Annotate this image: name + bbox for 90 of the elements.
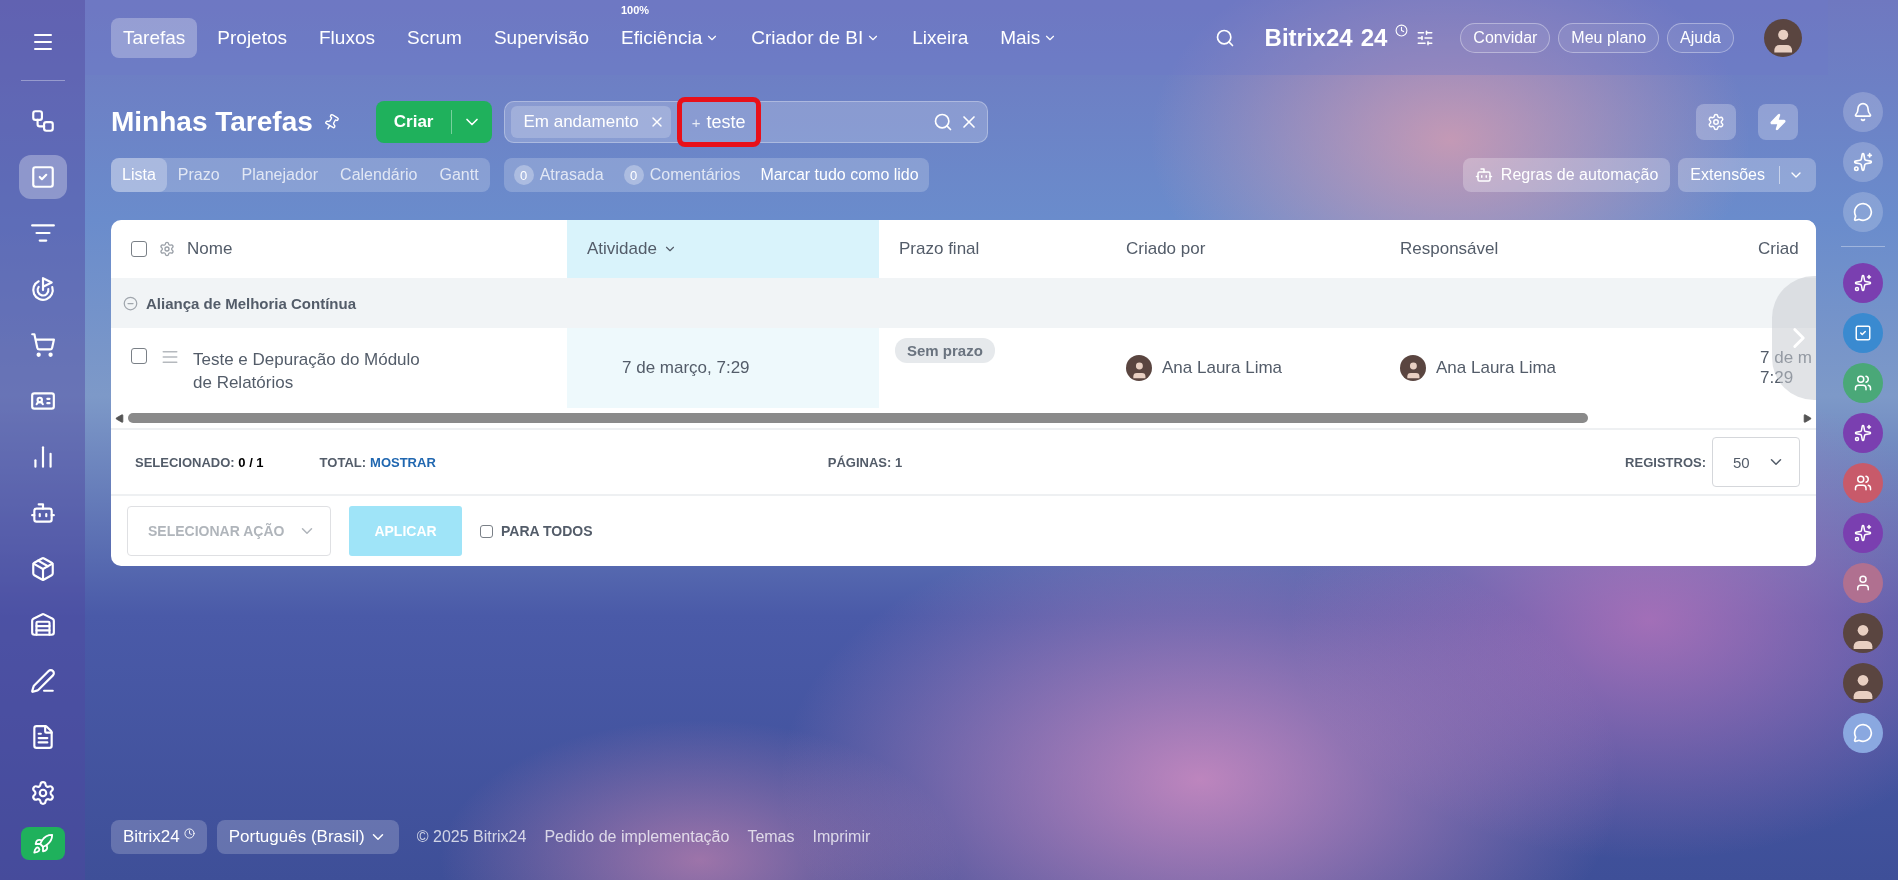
user-name[interactable]: Ana Laura Lima — [1162, 358, 1283, 378]
avatar-icon — [1843, 613, 1883, 653]
clock-icon — [1395, 24, 1409, 37]
avatar-icon — [1764, 18, 1802, 57]
nav-tab[interactable]: Eficiência — [608, 17, 732, 58]
select-all-checkbox[interactable] — [131, 241, 147, 257]
records-select[interactable]: 50 — [1712, 437, 1800, 487]
view-tab[interactable]: Prazo — [166, 158, 231, 192]
page-title: Minhas Tarefas — [111, 106, 313, 138]
logo-number: 24 — [1360, 23, 1388, 52]
settings-button[interactable] — [1696, 104, 1736, 140]
records-label: REGISTROS: — [1625, 454, 1706, 470]
column-header[interactable]: Nome — [187, 239, 233, 259]
footer-link[interactable]: Imprimir — [812, 828, 871, 846]
footer-link[interactable]: Temas — [747, 828, 795, 846]
deadline-badge: Sem prazo — [895, 338, 995, 363]
sliders-icon[interactable] — [1416, 28, 1435, 47]
column-header[interactable]: Atividade — [567, 220, 879, 278]
for-all-checkbox[interactable]: PARA TODOS — [480, 523, 593, 539]
automation-rules-button[interactable]: Regras de automação — [1462, 158, 1671, 192]
filter-tag[interactable]: Em andamento — [511, 106, 671, 138]
header-button[interactable]: Convidar — [1460, 22, 1551, 53]
avatar-icon — [1843, 663, 1883, 703]
created-date: 7:29 — [1760, 368, 1794, 388]
pages-label: PÁGINAS: 1 — [827, 454, 903, 470]
show-total-link[interactable]: MOSTRAR — [370, 454, 436, 470]
sparkle-icon[interactable] — [1843, 142, 1883, 182]
lightning-button[interactable] — [1758, 104, 1798, 140]
rocket-icon — [31, 832, 54, 855]
view-tab[interactable]: Lista — [111, 158, 167, 192]
search-icon[interactable] — [933, 112, 954, 132]
row-checkbox[interactable] — [131, 348, 147, 364]
nav-tab[interactable]: Projetos — [205, 17, 299, 58]
count-badge: 0 — [623, 165, 644, 185]
view-tab[interactable]: Calendário — [329, 158, 429, 192]
task-chat-icon[interactable] — [1843, 313, 1883, 353]
group-chat-icon[interactable] — [1843, 363, 1883, 403]
sparkle-chat-icon[interactable] — [1843, 413, 1883, 453]
extensions-button[interactable]: Extensões — [1678, 158, 1816, 192]
task-name[interactable]: Teste e Depuração do Módulo de Relatórios — [193, 348, 433, 394]
scroll-left-icon[interactable] — [115, 413, 124, 423]
search-icon[interactable] — [1214, 27, 1235, 48]
sparkle-chat-icon[interactable] — [1843, 513, 1883, 553]
avatar-icon — [1400, 355, 1426, 381]
bell-icon[interactable] — [1843, 92, 1883, 132]
action-select[interactable]: SELECIONAR AÇÃO — [127, 506, 331, 556]
nav-tab[interactable]: Mais — [988, 17, 1070, 58]
header-button[interactable]: Meu plano — [1558, 22, 1660, 53]
mark-all-read-link[interactable]: Marcar tudo como lido — [750, 166, 929, 184]
activity-date: 7 de março, 7:29 — [622, 358, 750, 378]
collapse-icon[interactable] — [123, 295, 138, 311]
chat-avatar-icon[interactable] — [1843, 563, 1883, 603]
sparkle-chat-icon[interactable] — [1843, 263, 1883, 303]
counter-label[interactable]: Atrasada — [539, 166, 604, 184]
settings-icon — [1707, 113, 1725, 131]
user-name[interactable]: Ana Laura Lima — [1436, 358, 1557, 378]
chat-icon[interactable] — [1843, 713, 1883, 753]
checkbox-icon[interactable] — [18, 154, 67, 199]
count-badge: 0 — [513, 165, 534, 185]
view-tab[interactable]: Gantt — [428, 158, 490, 192]
selected-label: SELECIONADO: 0 / 1 — [135, 454, 264, 470]
rocket-button[interactable] — [20, 827, 65, 860]
language-select[interactable]: Português (Brasil) — [216, 820, 399, 854]
search-query[interactable]: + teste — [676, 97, 761, 147]
avatar-icon — [1126, 355, 1152, 381]
copyright-text: © 2025 Bitrix24 — [416, 828, 527, 846]
group-title: Aliança de Melhoria Contínua — [146, 294, 357, 312]
created-date: 7 de m — [1760, 348, 1812, 368]
nav-tab[interactable]: Scrum — [395, 17, 474, 58]
drag-handle-icon[interactable] — [161, 348, 179, 366]
create-button[interactable]: Criar — [375, 101, 493, 143]
counter-label[interactable]: Comentários — [649, 166, 741, 184]
nav-tab[interactable]: Criador de BI — [739, 17, 893, 58]
clock-icon — [183, 828, 195, 839]
group-chat-icon[interactable] — [1843, 463, 1883, 503]
nav-tab[interactable]: Lixeira — [900, 17, 981, 58]
percent-label: 100% — [620, 3, 650, 16]
nav-tab[interactable]: Fluxos — [307, 17, 387, 58]
scroll-right-icon[interactable] — [1803, 413, 1812, 423]
logo-text: Bitrix24 — [1264, 23, 1353, 52]
total-label: TOTAL: — [319, 454, 367, 470]
lightning-icon — [1769, 113, 1787, 131]
nav-tab[interactable]: Supervisão — [481, 17, 601, 58]
view-tab[interactable]: Planejador — [230, 158, 330, 192]
robot-icon — [1474, 166, 1493, 184]
header-button[interactable]: Ajuda — [1667, 22, 1734, 53]
chat-icon[interactable] — [1843, 192, 1883, 232]
nav-tab[interactable]: Tarefas — [111, 17, 198, 58]
footer-link[interactable]: Pedido de implementação — [544, 828, 730, 846]
brand-chip[interactable]: Bitrix24 — [111, 820, 207, 854]
